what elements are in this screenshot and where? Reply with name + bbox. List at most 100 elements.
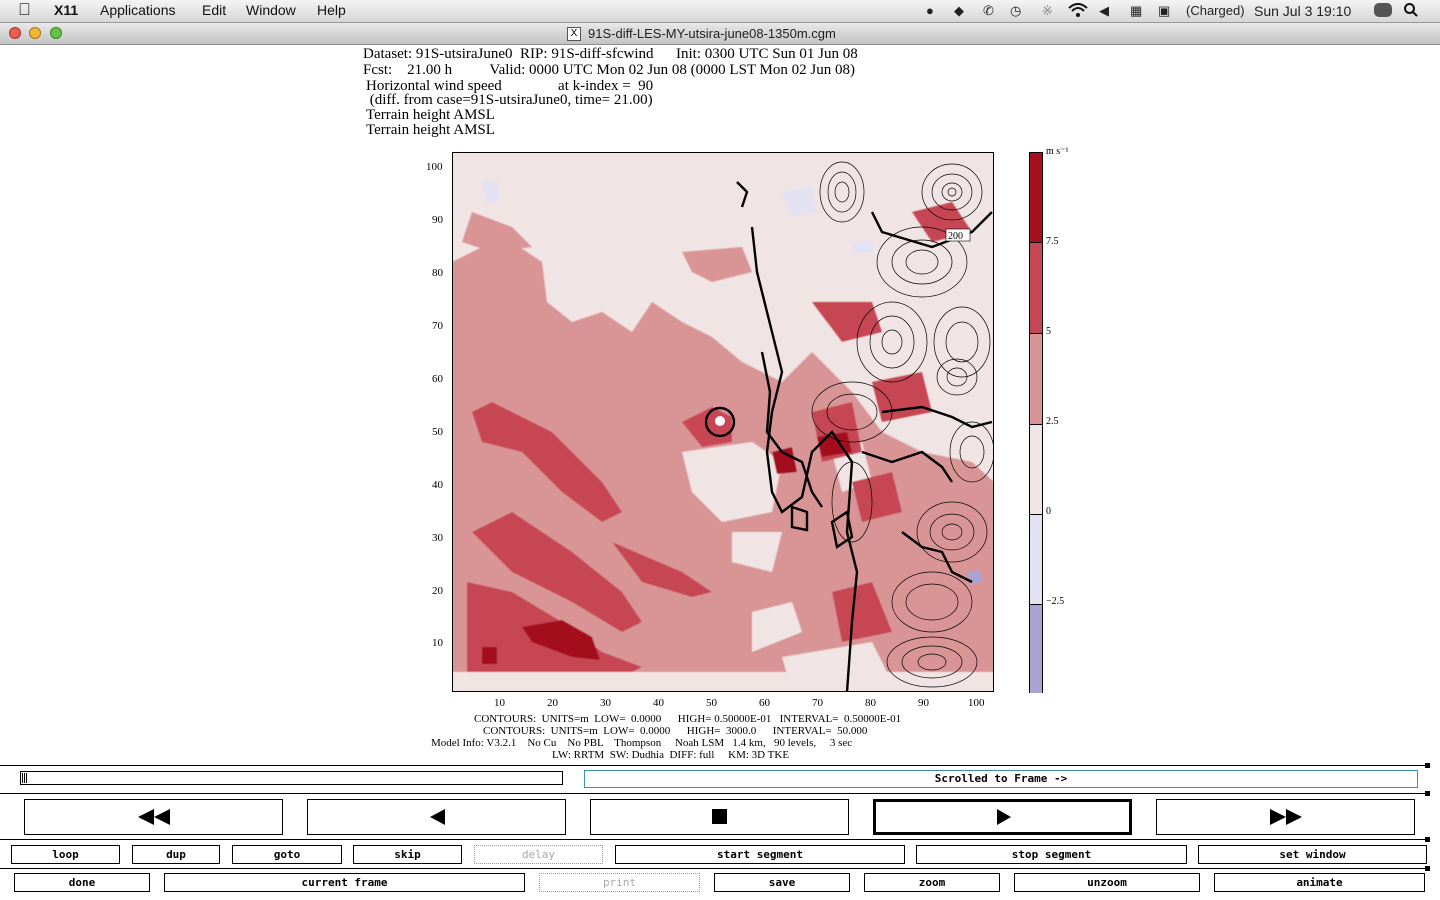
apple-menu-icon[interactable]:  xyxy=(18,0,31,20)
resize-handle[interactable] xyxy=(1425,763,1430,768)
close-window-icon[interactable] xyxy=(9,27,21,39)
menu-window[interactable]: Window xyxy=(246,2,296,18)
minimize-window-icon[interactable] xyxy=(29,27,41,39)
x-tick-90: 90 xyxy=(918,697,929,709)
phone-status-icon[interactable]: ✆ xyxy=(983,3,994,19)
battery-icon[interactable]: ▣ xyxy=(1158,3,1170,19)
step-back-icon xyxy=(430,809,445,825)
step-back-button[interactable] xyxy=(307,799,566,835)
x-tick-30: 30 xyxy=(600,697,611,709)
x-tick-50: 50 xyxy=(706,697,717,709)
header-line-forecast: Fcst: 21.00 h Valid: 0000 UTC Mon 02 Jun… xyxy=(363,62,855,78)
x-tick-60: 60 xyxy=(759,697,770,709)
colorbar-swatch-3 xyxy=(1030,333,1042,424)
battery-status[interactable]: (Charged) xyxy=(1186,3,1245,18)
start-segment-button[interactable]: start segment xyxy=(615,845,905,864)
y-tick-50: 50 xyxy=(432,426,443,438)
stop-icon xyxy=(712,809,727,824)
y-tick-20: 20 xyxy=(432,585,443,597)
y-tick-60: 60 xyxy=(432,373,443,385)
colorbar-swatch-4 xyxy=(1030,424,1042,514)
y-tick-30: 30 xyxy=(432,532,443,544)
resize-handle[interactable] xyxy=(1425,866,1430,871)
loop-button[interactable]: loop xyxy=(11,845,120,864)
header-line-terrain-2: Terrain height AMSL xyxy=(366,122,495,138)
menu-applications[interactable]: Applications xyxy=(100,2,176,18)
footer-physics: LW: RRTM SW: Dudhia DIFF: full KM: 3D TK… xyxy=(552,749,790,761)
time-machine-icon[interactable]: ◷ xyxy=(1010,3,1021,19)
colorbar-swatch-6 xyxy=(1030,604,1042,693)
done-button[interactable]: done xyxy=(14,873,150,892)
colorbar-swatch-5 xyxy=(1030,514,1042,604)
bluetooth-icon[interactable]: ※ xyxy=(1042,3,1053,19)
frame-scrollbar[interactable] xyxy=(20,771,563,785)
alien-status-icon[interactable]: ● xyxy=(926,3,934,18)
x-tick-10: 10 xyxy=(494,697,505,709)
footer-contours-1: CONTOURS: UNITS=m LOW= 0.0000 HIGH= 0.50… xyxy=(474,713,902,725)
fast-rewind-button[interactable] xyxy=(24,799,283,835)
x-tick-80: 80 xyxy=(865,697,876,709)
contour-label: 200 xyxy=(948,231,963,242)
user-icon[interactable] xyxy=(1374,3,1392,20)
stop-button[interactable] xyxy=(590,799,849,835)
colorbar-label-0: 0 xyxy=(1046,506,1051,517)
y-tick-10: 10 xyxy=(432,637,443,649)
divider xyxy=(0,765,1430,766)
play-icon xyxy=(997,809,1011,825)
play-button[interactable] xyxy=(873,799,1132,835)
footer-contours-2: CONTOURS: UNITS=m LOW= 0.0000 HIGH= 3000… xyxy=(483,725,868,737)
spotlight-search-icon[interactable] xyxy=(1404,3,1418,20)
x-tick-20: 20 xyxy=(547,697,558,709)
footer-model-info: Model Info: V3.2.1 No Cu No PBL Thompson… xyxy=(431,737,853,749)
colorbar-label-5: 5 xyxy=(1046,326,1051,337)
wifi-icon[interactable] xyxy=(1068,3,1088,20)
window-title-bar[interactable]: X 91S-diff-LES-MY-utsira-june08-1350m.cg… xyxy=(0,23,1440,45)
y-tick-90: 90 xyxy=(432,214,443,226)
wind-difference-map[interactable]: 200 xyxy=(452,152,994,692)
colorbar-swatch-1 xyxy=(1030,153,1042,242)
x-tick-100: 100 xyxy=(968,697,985,709)
print-button: print xyxy=(539,873,700,892)
y-tick-70: 70 xyxy=(432,320,443,332)
resize-handle[interactable] xyxy=(1425,837,1430,842)
dup-button[interactable]: dup xyxy=(132,845,220,864)
frame-scrollbar-thumb[interactable] xyxy=(22,773,28,783)
fast-rewind-icon xyxy=(138,809,170,825)
status-text: Scrolled to Frame -> xyxy=(934,772,1068,785)
save-button[interactable]: save xyxy=(714,873,850,892)
current-frame-button[interactable]: current frame xyxy=(164,873,525,892)
resize-handle[interactable] xyxy=(1425,791,1430,796)
colorbar-label-neg-2-5: −2.5 xyxy=(1046,596,1065,607)
stop-segment-button[interactable]: stop segment xyxy=(916,845,1187,864)
menu-help[interactable]: Help xyxy=(317,2,346,18)
fast-forward-button[interactable] xyxy=(1156,799,1415,835)
delay-button: delay xyxy=(474,845,603,864)
window-title: 91S-diff-LES-MY-utsira-june08-1350m.cgm xyxy=(588,26,836,41)
calendar-icon[interactable]: ▦ xyxy=(1130,3,1142,19)
system-menu-bar:  X11 Applications Edit Window Help ● ◆ … xyxy=(0,0,1440,23)
skip-button[interactable]: skip xyxy=(353,845,462,864)
colorbar-swatch-2 xyxy=(1030,242,1042,333)
header-line-dataset: Dataset: 91S-utsiraJune0 RIP: 91S-diff-s… xyxy=(363,46,858,62)
status-field: Scrolled to Frame -> xyxy=(584,770,1418,788)
network-status-icon[interactable]: ◆ xyxy=(954,3,964,19)
zoom-button[interactable]: zoom xyxy=(864,873,1000,892)
x-tick-70: 70 xyxy=(812,697,823,709)
menu-edit[interactable]: Edit xyxy=(202,2,226,18)
goto-button[interactable]: goto xyxy=(232,845,342,864)
clock[interactable]: Sun Jul 3 19:10 xyxy=(1254,3,1351,19)
colorbar-units: m s⁻¹ xyxy=(1046,146,1069,157)
volume-icon[interactable]: ◀ xyxy=(1099,3,1109,19)
animate-button[interactable]: animate xyxy=(1214,873,1425,892)
divider xyxy=(0,839,1430,840)
y-tick-80: 80 xyxy=(432,267,443,279)
x11-window-icon: X xyxy=(567,27,581,41)
x-tick-40: 40 xyxy=(653,697,664,709)
fast-forward-icon xyxy=(1270,809,1302,825)
unzoom-button[interactable]: unzoom xyxy=(1014,873,1200,892)
divider xyxy=(0,868,1430,869)
zoom-window-icon[interactable] xyxy=(50,27,62,39)
set-window-button[interactable]: set window xyxy=(1198,845,1427,864)
app-menu[interactable]: X11 xyxy=(54,2,78,18)
colorbar-label-7-5: 7.5 xyxy=(1046,236,1059,247)
